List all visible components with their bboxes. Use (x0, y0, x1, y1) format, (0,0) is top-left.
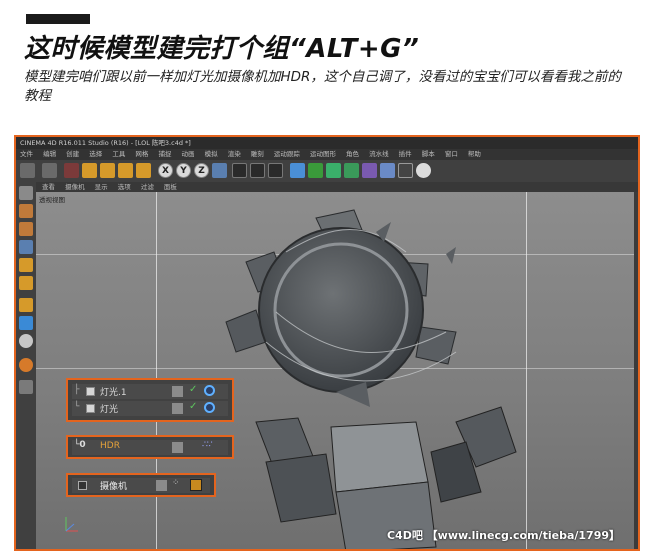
x-axis-lock-icon[interactable]: X (158, 163, 173, 178)
workplane-icon[interactable] (19, 380, 33, 394)
menu-item[interactable]: 角色 (346, 150, 359, 158)
move-icon[interactable] (82, 163, 97, 178)
point-mode-icon[interactable] (19, 240, 33, 254)
c4d-screenshot: CINEMA 4D R16.011 Studio (R16) - [LOL 陈吧… (14, 135, 640, 551)
left-toolbar (16, 182, 36, 549)
camera-object-panel: 摄像机 ⁘ (66, 473, 216, 497)
lights-objects-panel: ├ 灯光.1 ✓ └ 灯光 ✓ (66, 378, 234, 422)
y-axis-lock-icon[interactable]: Y (176, 163, 191, 178)
menu-item[interactable]: 网格 (135, 150, 148, 158)
sky-object-icon: └0 (74, 440, 86, 450)
object-row-light-1[interactable]: ├ 灯光.1 ✓ (72, 384, 228, 399)
menu-item[interactable]: 雕刻 (251, 150, 264, 158)
coordinate-system-icon[interactable] (212, 163, 227, 178)
axis-gizmo-icon (65, 517, 78, 532)
deformer-icon[interactable] (362, 163, 377, 178)
menu-item[interactable]: 动画 (182, 150, 195, 158)
menu-item[interactable]: 帮助 (468, 150, 481, 158)
tree-line: ├ (74, 385, 80, 395)
menu-item[interactable]: 捕捉 (158, 150, 171, 158)
window-title: CINEMA 4D R16.011 Studio (R16) - [LOL 陈吧… (16, 137, 638, 149)
viewport-menu-item[interactable]: 选项 (118, 183, 131, 191)
watermark: C4D吧 【www.linecg.com/tieba/1799】 (386, 529, 620, 542)
model-mode-icon[interactable] (19, 222, 33, 236)
object-row-hdr[interactable]: └0 HDR ∴∵ (72, 440, 228, 455)
array-icon[interactable] (344, 163, 359, 178)
layer-tag-icon[interactable] (172, 442, 183, 453)
viewport-menu-item[interactable]: 显示 (95, 183, 108, 191)
edge-mode-icon[interactable] (19, 258, 33, 272)
texture-mode-icon[interactable] (19, 204, 33, 218)
camera-object-icon (78, 481, 87, 490)
select-arrow-icon[interactable] (64, 163, 79, 178)
make-editable-icon[interactable] (19, 186, 33, 200)
texture-tag-icon[interactable]: ∴∵ (202, 440, 213, 450)
light-icon[interactable] (416, 163, 431, 178)
undo-icon[interactable] (20, 163, 35, 178)
object-row-camera[interactable]: 摄像机 ⁘ (72, 478, 210, 493)
viewport-menu-item[interactable]: 面板 (164, 183, 177, 191)
menu-item[interactable]: 插件 (399, 150, 412, 158)
target-tag-icon[interactable] (204, 402, 215, 413)
menu-item[interactable]: 创建 (66, 150, 79, 158)
object-row-light[interactable]: └ 灯光 ✓ (72, 401, 228, 416)
redo-icon[interactable] (42, 163, 57, 178)
cube-icon[interactable] (290, 163, 305, 178)
compositing-tag-icon[interactable] (190, 479, 202, 491)
hdr-object-panel: └0 HDR ∴∵ (66, 435, 234, 459)
rotate-icon[interactable] (118, 163, 133, 178)
viewport-menu-item[interactable]: 过滤 (141, 183, 154, 191)
layer-tag-icon[interactable] (172, 386, 183, 397)
render-settings-icon[interactable] (268, 163, 283, 178)
floor-icon[interactable] (380, 163, 395, 178)
object-name[interactable]: HDR (100, 441, 120, 451)
axis-mode-icon[interactable] (19, 298, 33, 312)
protection-tag-icon[interactable]: ⁘ (172, 478, 179, 488)
render-view-icon[interactable] (232, 163, 247, 178)
page-title: 这时候模型建完打个组“ALT+G” (24, 34, 420, 64)
target-tag-icon[interactable] (204, 385, 215, 396)
menu-item[interactable]: 模拟 (205, 150, 218, 158)
subdivision-surface-icon[interactable] (326, 163, 341, 178)
tree-line: └ (74, 402, 80, 412)
page-description: 模型建完咱们跟以前一样加灯光加摄像机加HDR，这个自己调了，没看过的宝宝们可以看… (24, 69, 621, 104)
polygon-mode-icon[interactable] (19, 276, 33, 290)
layer-tag-icon[interactable] (156, 480, 167, 491)
render-picture-viewer-icon[interactable] (250, 163, 265, 178)
perspective-viewport[interactable]: 透视视图 ├ 灯光.1 ✓ └ 灯光 ✓ └0 HDR ∴∵ 摄像机 ⁘ C4D… (36, 192, 634, 549)
light-object-icon (86, 387, 95, 396)
menu-item[interactable]: 文件 (20, 150, 33, 158)
menu-item[interactable]: 窗口 (445, 150, 458, 158)
menu-item[interactable]: 渲染 (228, 150, 241, 158)
camera-icon[interactable] (398, 163, 413, 178)
main-toolbar: X Y Z (16, 160, 638, 182)
light-object-icon (86, 404, 95, 413)
magnet-icon[interactable] (19, 358, 33, 372)
object-name[interactable]: 摄像机 (100, 479, 127, 492)
menu-item[interactable]: 选择 (89, 150, 102, 158)
enabled-check-icon[interactable]: ✓ (189, 384, 197, 395)
menu-item[interactable]: 编辑 (43, 150, 56, 158)
object-name[interactable]: 灯光 (100, 402, 118, 415)
menu-item[interactable]: 工具 (112, 150, 125, 158)
enabled-check-icon[interactable]: ✓ (189, 401, 197, 412)
snap-icon[interactable] (19, 334, 33, 348)
z-axis-lock-icon[interactable]: Z (194, 163, 209, 178)
tweak-mode-icon[interactable] (19, 316, 33, 330)
scale-icon[interactable] (100, 163, 115, 178)
menu-item[interactable]: 运动跟踪 (274, 150, 300, 158)
pen-spline-icon[interactable] (308, 163, 323, 178)
viewport-menu-item[interactable]: 摄像机 (65, 183, 85, 191)
title-accent-bar (26, 14, 90, 24)
object-name[interactable]: 灯光.1 (100, 385, 127, 398)
menu-item[interactable]: 运动图形 (310, 150, 336, 158)
viewport-menu: 查看 摄像机 显示 选项 过滤 面板 (36, 182, 638, 192)
menu-item[interactable]: 流水线 (369, 150, 389, 158)
layer-tag-icon[interactable] (172, 403, 183, 414)
menu-bar: 文件 编辑 创建 选择 工具 网格 捕捉 动画 模拟 渲染 雕刻 运动跟踪 运动… (16, 149, 638, 160)
viewport-menu-item[interactable]: 查看 (42, 183, 55, 191)
menu-item[interactable]: 脚本 (422, 150, 435, 158)
live-selection-icon[interactable] (136, 163, 151, 178)
